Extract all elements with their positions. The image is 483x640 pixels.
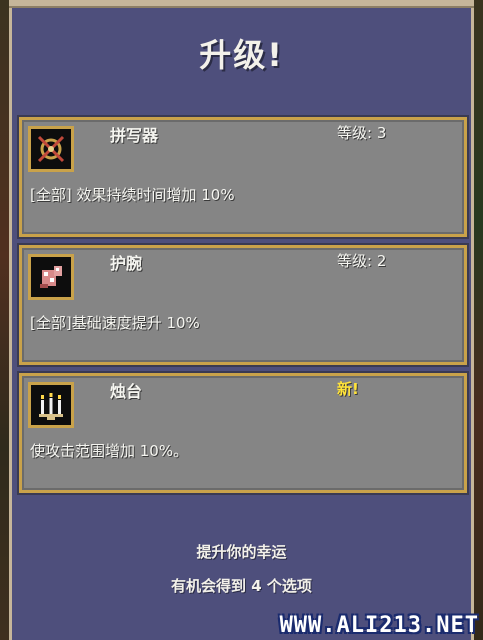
site-watermark: WWW.ALI213.NET: [279, 613, 479, 638]
item-name: 拼写器: [110, 126, 159, 145]
item-description: 使攻击范围增加 10%。: [30, 442, 189, 460]
item-description: [全部] 效果持续时间增加 10%: [30, 186, 235, 204]
item-name: 护腕: [110, 254, 143, 273]
panel-title: 升级!: [199, 36, 284, 74]
luck-hint: 提升你的幸运: [196, 543, 287, 561]
upgrade-option-card[interactable]: 护腕 等级: 2 [全部]基础速度提升 10%: [19, 245, 467, 365]
new-item-badge: 新!: [337, 380, 359, 398]
upgrade-option-card[interactable]: 拼写器 等级: 3 [全部] 效果持续时间增加 10%: [19, 117, 467, 237]
options-chance-text: 有机会得到 4 个选项: [171, 577, 312, 595]
item-name: 烛台: [110, 382, 143, 401]
candelabrador-icon: [28, 382, 74, 428]
upgrade-option-card[interactable]: 烛台 新! 使攻击范围增加 10%。: [19, 373, 467, 493]
item-level: 等级: 3: [337, 124, 387, 142]
item-description: [全部]基础速度提升 10%: [30, 314, 200, 332]
spellbinder-icon: [28, 126, 74, 172]
item-level: 等级: 2: [337, 252, 387, 270]
level-up-panel: 升级! 拼写器 等级: 3 [全部] 效果持续时间增加 10% 护腕 等级: 2…: [9, 0, 474, 640]
bracer-icon: [28, 254, 74, 300]
